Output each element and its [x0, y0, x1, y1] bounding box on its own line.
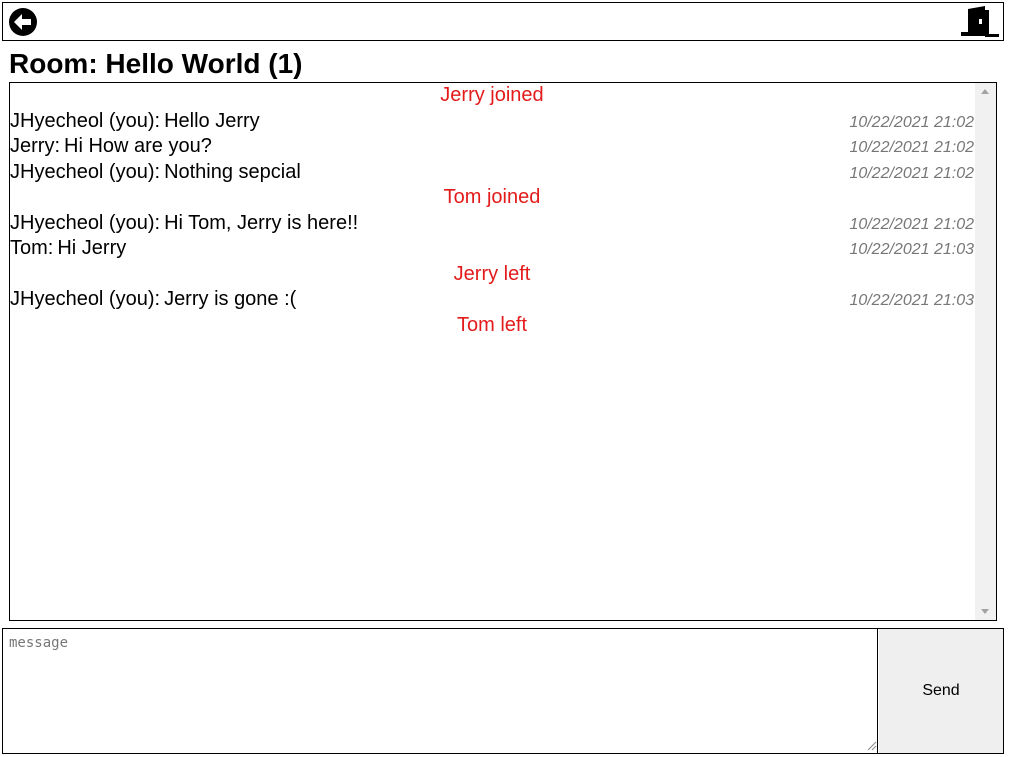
message-text: Jerry is gone :( [164, 288, 297, 310]
resize-grip-icon[interactable] [867, 741, 877, 751]
message-sender: JHyecheol (you): [10, 288, 161, 310]
system-event: Jerry left [453, 262, 531, 285]
system-event: Tom left [456, 313, 528, 336]
back-button[interactable] [8, 7, 38, 37]
message-timestamp: 10/22/2021 21:03 [849, 292, 974, 309]
message-text: Hi How are you? [64, 135, 212, 157]
chat-message: JHyecheol (you): Nothing sepcial 10/22/202… [10, 160, 974, 186]
message-input[interactable] [3, 629, 878, 753]
chat-message: Jerry: Hi How are you? 10/22/2021 21:02 [10, 134, 974, 160]
message-text: Hi Jerry [57, 237, 127, 259]
scroll-up-arrow-icon[interactable] [975, 83, 996, 100]
chat-message: JHyecheol (you): Hello Jerry 10/22/2021 21… [10, 109, 974, 135]
message-text: Hi Tom, Jerry is here!! [164, 211, 359, 234]
message-timestamp: 10/22/2021 21:02 [849, 215, 974, 233]
system-event: Tom joined [443, 186, 541, 208]
chat-message: JHyecheol (you): Hi Tom, Jerry is here!! 1… [10, 211, 974, 237]
message-text: Nothing sepcial [164, 160, 301, 183]
message-text: Hello Jerry [164, 109, 260, 132]
message-timestamp: 10/22/2021 21:02 [849, 164, 974, 182]
chat-message: Tom: Hi Jerry 10/22/2021 21:03 [10, 236, 974, 262]
message-timestamp: 10/22/2021 21:03 [849, 241, 974, 258]
message-composer: Send [2, 628, 1004, 754]
message-sender: JHyecheol (you): [10, 211, 161, 234]
send-button[interactable]: Send [879, 629, 1003, 753]
exit-door-icon [961, 6, 999, 37]
message-timestamp: 10/22/2021 21:02 [849, 139, 974, 156]
message-sender: JHyecheol (you): [10, 109, 161, 132]
scroll-down-arrow-icon[interactable] [975, 603, 996, 620]
message-sender: JHyecheol (you): [10, 160, 161, 183]
message-list: Jerry joined JHyecheol (you): Hello Jerry 1… [10, 83, 974, 620]
message-sender: Tom: [10, 237, 54, 259]
chat-log[interactable]: Jerry joined JHyecheol (you): Hello Jerry 1… [9, 82, 997, 621]
back-arrow-icon [9, 8, 37, 36]
room-title: Room: Hello World (1) [9, 48, 303, 79]
chat-message: JHyecheol (you): Jerry is gone :( 10/22/20… [10, 287, 974, 313]
exit-room-button[interactable] [961, 6, 1001, 38]
message-sender: Jerry: [10, 135, 60, 157]
top-bar [2, 2, 1004, 41]
chat-scrollbar[interactable] [975, 83, 996, 620]
message-timestamp: 10/22/2021 21:02 [849, 113, 974, 131]
system-event: Jerry joined [440, 84, 544, 106]
